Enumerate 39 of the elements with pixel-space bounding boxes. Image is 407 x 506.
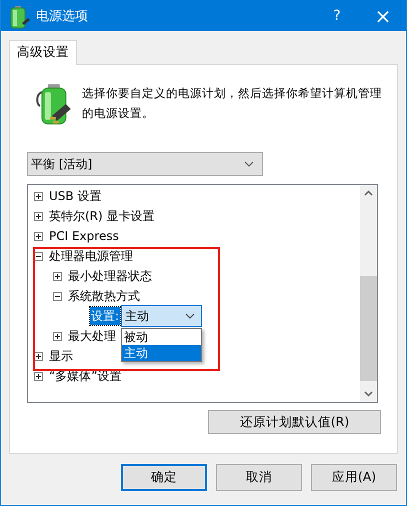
- window-title: 电源选项: [36, 8, 89, 24]
- expand-icon[interactable]: [53, 332, 62, 340]
- dropdown-value: 主动: [125, 308, 150, 324]
- tree-item[interactable]: 最大处理: [68, 327, 116, 345]
- dropdown-option[interactable]: 主动: [122, 345, 202, 361]
- close-button[interactable]: ×: [360, 0, 406, 31]
- scrollbar[interactable]: [360, 185, 377, 402]
- expand-icon[interactable]: [34, 232, 43, 240]
- expand-icon[interactable]: [34, 192, 43, 200]
- chevron-down-icon: [244, 161, 254, 167]
- tree-item[interactable]: 处理器电源管理: [49, 247, 133, 265]
- restore-defaults-button[interactable]: 还原计划默认值(R): [208, 410, 381, 434]
- tree-item[interactable]: 系统散热方式: [68, 287, 140, 305]
- tree-item[interactable]: 最小处理器状态: [68, 267, 152, 285]
- collapse-icon[interactable]: [34, 252, 43, 260]
- expand-icon[interactable]: [34, 352, 43, 360]
- scrollbar-thumb[interactable]: [360, 276, 377, 381]
- description-text: 选择你要自定义的电源计划，然后选择你希望计算机管理的电源设置。: [82, 85, 383, 122]
- collapse-icon[interactable]: [53, 292, 62, 300]
- tab[interactable]: 高级设置: [9, 40, 77, 65]
- chevron-down-icon: [185, 313, 196, 319]
- dialog-button[interactable]: 取消: [216, 464, 302, 491]
- setting-dropdown[interactable]: 主动: [121, 305, 202, 327]
- scroll-up-icon[interactable]: [364, 190, 373, 196]
- dropdown-value: 平衡 [活动]: [31, 156, 94, 172]
- setting-label[interactable]: 设置:: [90, 307, 120, 325]
- help-button[interactable]: ?: [314, 0, 360, 31]
- scroll-down-icon[interactable]: [364, 391, 373, 397]
- tree-item[interactable]: 英特尔(R) 显卡设置: [49, 207, 155, 225]
- expand-icon[interactable]: [53, 272, 62, 280]
- dialog-button[interactable]: 确定: [121, 464, 207, 491]
- expand-icon[interactable]: [34, 372, 43, 380]
- dropdown-option[interactable]: 被动: [122, 329, 202, 345]
- tree-item[interactable]: 显示: [49, 347, 73, 365]
- plan-dropdown[interactable]: 平衡 [活动]: [27, 152, 263, 176]
- expand-icon[interactable]: [34, 212, 43, 220]
- dialog-button[interactable]: 应用(A): [311, 464, 397, 491]
- tree-item[interactable]: USB 设置: [49, 187, 102, 205]
- tree-item[interactable]: PCI Express: [49, 227, 119, 245]
